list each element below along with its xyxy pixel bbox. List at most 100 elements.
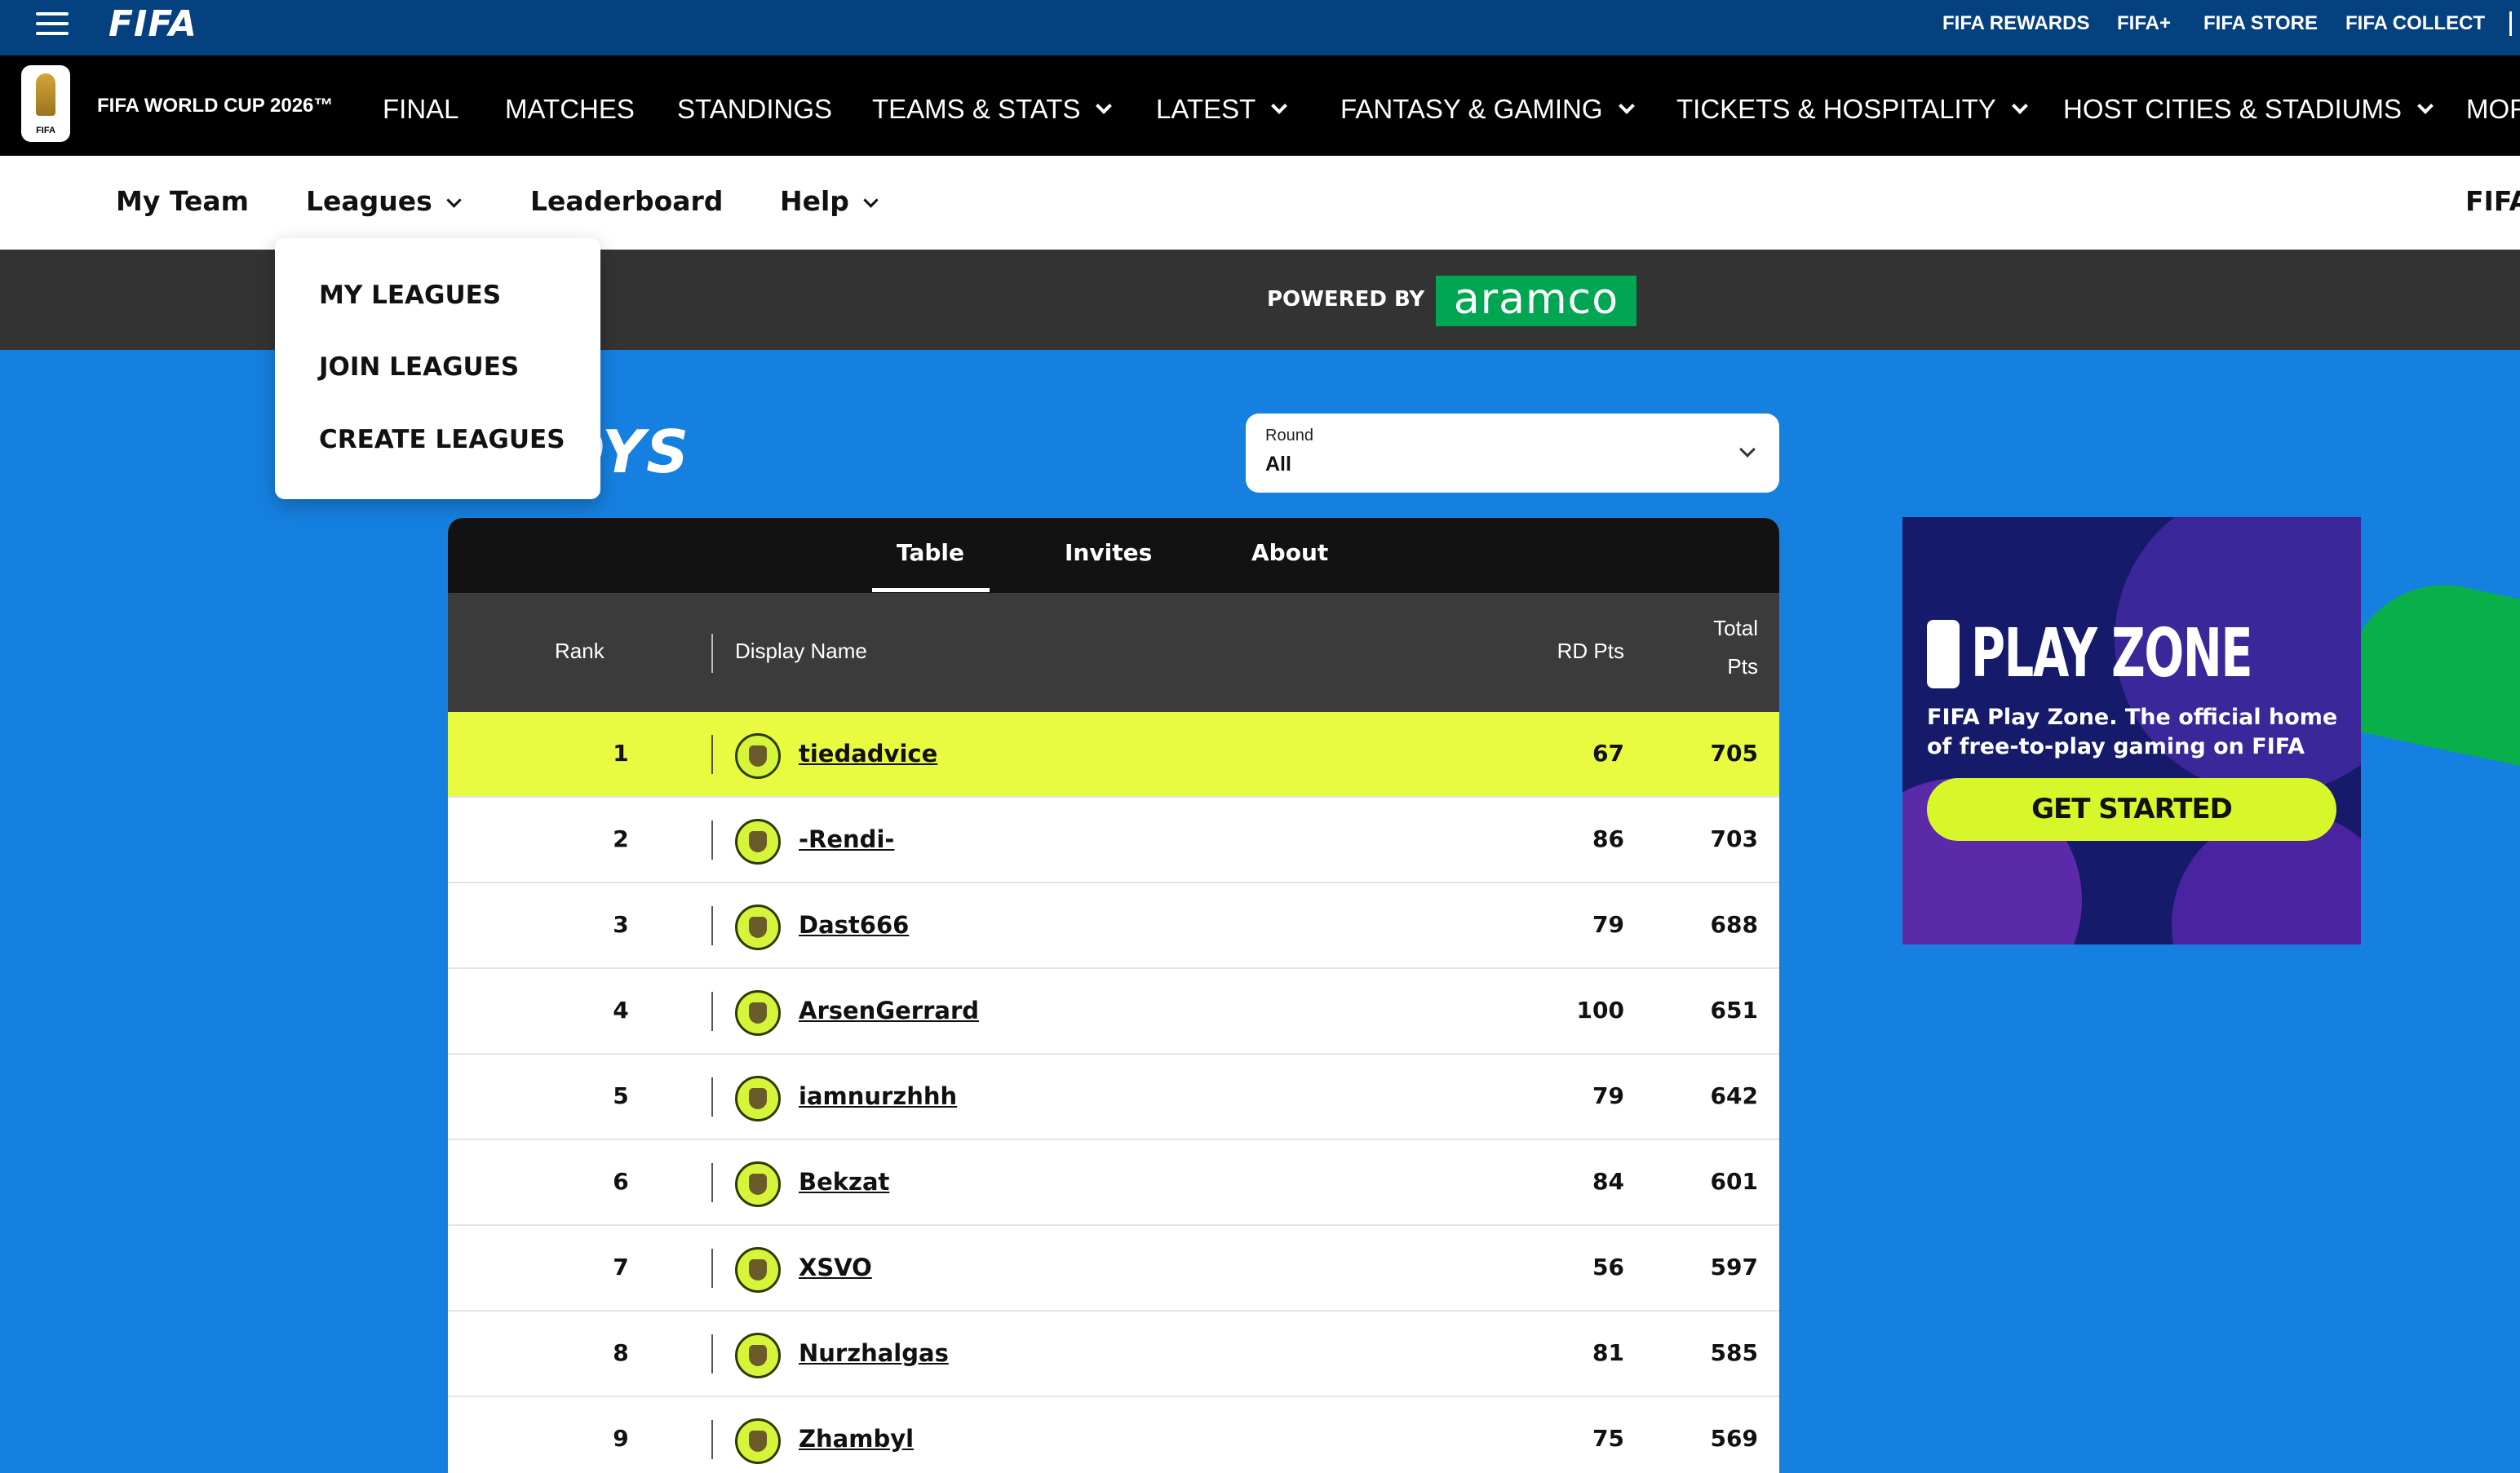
row-display-name-link[interactable]: Bekzat: [799, 1168, 889, 1196]
row-rd-pts: 56: [1592, 1254, 1624, 1281]
subnav-leagues-label: Leagues: [306, 185, 432, 217]
row-display-name-link[interactable]: iamnurzhhh: [799, 1082, 957, 1110]
subnav-leaderboard[interactable]: Leaderboard: [530, 185, 723, 217]
row-divider: [711, 1163, 713, 1202]
chevron-down-icon: [446, 192, 462, 208]
avatar: [735, 990, 781, 1036]
table-row: 3 Dast666 79 688: [448, 883, 1779, 969]
fifa-logo[interactable]: FIFA: [109, 2, 197, 47]
fifa-store-link[interactable]: FIFA STORE: [2203, 0, 2318, 47]
row-total-pts: 569: [1710, 1425, 1758, 1452]
nav-final-label: FINAL: [383, 94, 459, 124]
row-total-pts: 705: [1710, 740, 1758, 767]
nav-fantasy-gaming[interactable]: FANTASY & GAMING: [1340, 90, 1635, 129]
table-row: 2 -Rendi- 86 703: [448, 798, 1779, 883]
row-total-pts: 651: [1710, 997, 1758, 1024]
get-started-button[interactable]: GET STARTED: [1927, 778, 2336, 841]
avatar: [735, 1247, 781, 1293]
header-divider: [711, 634, 713, 673]
chevron-down-icon: [2011, 98, 2028, 114]
fifa-collect-link[interactable]: FIFA COLLECT: [2345, 0, 2485, 47]
chevron-down-icon: [2417, 98, 2434, 114]
avatar: [735, 819, 781, 865]
nav-more-label: MOR: [2466, 94, 2520, 124]
world-cup-emblem-icon[interactable]: FIFA: [21, 65, 70, 142]
world-cup-emblem-icon: [1927, 620, 1960, 688]
nav-standings[interactable]: STANDINGS: [677, 90, 832, 129]
row-total-pts: 585: [1710, 1339, 1758, 1366]
row-rd-pts: 79: [1592, 911, 1624, 938]
nav-host-cities[interactable]: HOST CITIES & STADIUMS: [2063, 90, 2434, 129]
tab-table[interactable]: Table: [897, 539, 964, 566]
table-row: 8 Nurzhalgas 81 585: [448, 1312, 1779, 1397]
play-zone-ad[interactable]: PLAY ZONE FIFA Play Zone. The official h…: [1902, 517, 2361, 944]
subnav-help[interactable]: Help: [780, 185, 879, 217]
table-row: 6 Bekzat 84 601: [448, 1140, 1779, 1226]
menu-item-join-leagues[interactable]: JOIN LEAGUES: [319, 352, 519, 382]
nav-latest[interactable]: LATEST: [1156, 90, 1288, 129]
subnav-fifa-truncated[interactable]: FIFA: [2465, 185, 2520, 217]
round-select[interactable]: Round All: [1246, 414, 1779, 493]
row-display-name-link[interactable]: -Rendi-: [799, 825, 894, 853]
nav-more[interactable]: MOR: [2466, 90, 2520, 129]
row-rd-pts: 67: [1592, 740, 1624, 767]
header-display-name[interactable]: Display Name: [735, 639, 867, 664]
leagues-dropdown-menu: MY LEAGUES JOIN LEAGUES CREATE LEAGUES: [275, 238, 600, 499]
row-rank: 3: [613, 911, 629, 938]
avatar: [735, 1418, 781, 1464]
header-total-line1: Total: [1713, 616, 1758, 640]
row-rd-pts: 84: [1592, 1168, 1624, 1195]
row-display-name-link[interactable]: tiedadvice: [799, 740, 937, 767]
chevron-down-icon: [1739, 441, 1756, 458]
nav-teams-stats-label: TEAMS & STATS: [872, 94, 1081, 124]
nav-tickets-hospitality-label: TICKETS & HOSPITALITY: [1676, 94, 1996, 124]
tab-about[interactable]: About: [1251, 539, 1328, 566]
header-rd-pts[interactable]: RD Pts: [1557, 639, 1624, 664]
row-divider: [711, 821, 713, 860]
row-divider: [711, 735, 713, 774]
ad-description: FIFA Play Zone. The official home of fre…: [1927, 705, 2338, 759]
fifa-rewards-link[interactable]: FIFA REWARDS: [1942, 0, 2089, 47]
header-rank[interactable]: Rank: [555, 639, 605, 664]
subnav-leaderboard-label: Leaderboard: [530, 185, 724, 217]
row-display-name-link[interactable]: XSVO: [799, 1254, 872, 1281]
chevron-down-icon: [863, 192, 879, 208]
row-divider: [711, 906, 713, 945]
aramco-logo[interactable]: aramco: [1436, 276, 1636, 326]
nav-final[interactable]: FINAL: [383, 90, 459, 129]
header-total-pts[interactable]: Total Pts: [1713, 616, 1758, 679]
row-display-name-link[interactable]: Nurzhalgas: [799, 1339, 949, 1367]
row-rd-pts: 79: [1592, 1082, 1624, 1109]
powered-by-label: POWERED BY: [1267, 287, 1425, 312]
menu-item-my-leagues[interactable]: MY LEAGUES: [319, 281, 501, 310]
nav-standings-label: STANDINGS: [677, 94, 833, 124]
nav-fantasy-gaming-label: FANTASY & GAMING: [1340, 94, 1603, 124]
fifa-plus-link[interactable]: FIFA+: [2117, 0, 2171, 47]
row-rank: 9: [613, 1425, 629, 1452]
row-total-pts: 601: [1710, 1168, 1758, 1195]
row-rank: 1: [613, 740, 629, 767]
nav-matches[interactable]: MATCHES: [505, 90, 635, 129]
menu-item-create-leagues[interactable]: CREATE LEAGUES: [319, 425, 565, 454]
row-display-name-link[interactable]: ArsenGerrard: [799, 997, 979, 1024]
table-row: 5 iamnurzhhh 79 642: [448, 1055, 1779, 1140]
subnav-my-team[interactable]: My Team: [116, 185, 249, 217]
nav-teams-stats[interactable]: TEAMS & STATS: [872, 90, 1113, 129]
row-divider: [711, 1077, 713, 1117]
row-rank: 5: [613, 1082, 629, 1109]
row-display-name-link[interactable]: Dast666: [799, 911, 909, 939]
row-total-pts: 597: [1710, 1254, 1758, 1281]
row-rank: 4: [613, 997, 629, 1024]
header-total-line2: Pts: [1727, 654, 1758, 679]
tab-invites[interactable]: Invites: [1065, 539, 1152, 566]
hamburger-menu-icon[interactable]: [36, 12, 69, 38]
avatar: [735, 1333, 781, 1378]
table-header: Rank Display Name RD Pts Total Pts: [448, 593, 1779, 712]
row-rank: 8: [613, 1339, 629, 1366]
world-cup-title[interactable]: FIFA WORLD CUP 2026™: [97, 95, 333, 117]
nav-tickets-hospitality[interactable]: TICKETS & HOSPITALITY: [1676, 90, 2028, 129]
row-display-name-link[interactable]: Zhambyl: [799, 1425, 914, 1453]
table-row: 9 Zhambyl 75 569: [448, 1397, 1779, 1473]
decorative-swoosh: [2335, 567, 2520, 771]
subnav-leagues[interactable]: Leagues: [306, 185, 462, 217]
